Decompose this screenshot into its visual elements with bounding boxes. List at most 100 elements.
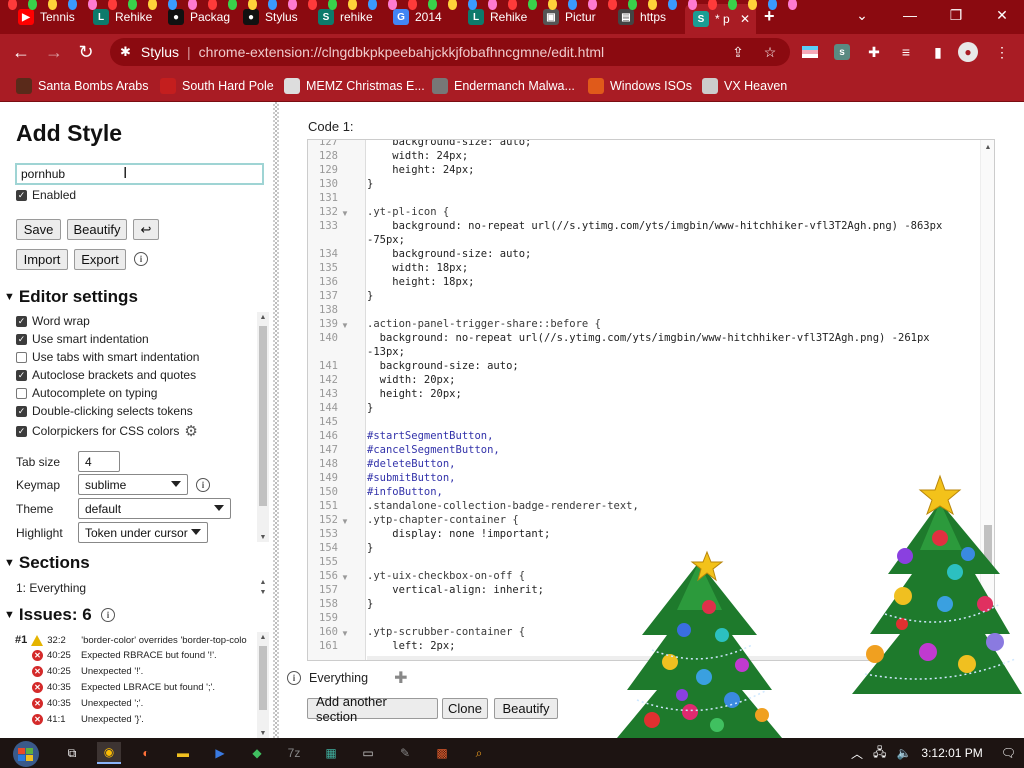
scroll-down-icon[interactable]: ▼: [257, 588, 269, 597]
close-tab-icon[interactable]: ✕: [740, 12, 750, 26]
enabled-checkbox[interactable]: ✓ Enabled: [16, 188, 76, 202]
firefox-icon[interactable]: ◐: [134, 742, 158, 764]
editor-setting-option[interactable]: ✓ Use smart indentation: [16, 332, 149, 346]
issue-item[interactable]: #1 32:2 'border-color' overrides 'border-t…: [15, 634, 247, 646]
keymap-select[interactable]: sublime: [78, 474, 188, 495]
chevron-up-icon[interactable]: ︿: [851, 745, 863, 762]
share-icon[interactable]: ⇪: [728, 42, 748, 62]
issue-item[interactable]: ✕ 40:25 Unexpected '!'.: [32, 666, 143, 677]
save-button[interactable]: Save: [16, 219, 61, 240]
reload-icon[interactable]: ↻: [74, 40, 98, 64]
add-icon[interactable]: ✚: [394, 668, 407, 688]
profile-avatar-icon[interactable]: ●: [958, 42, 978, 62]
add-another-section-button[interactable]: Add another section: [307, 694, 438, 724]
scroll-down-icon[interactable]: ▼: [257, 728, 269, 738]
system-tray: ︿ 🖧 🔈 3:12:01 PM 🗨: [851, 738, 1016, 768]
extension-flag-icon[interactable]: [800, 42, 820, 62]
section-info-icon[interactable]: i: [287, 671, 301, 685]
maximize-button[interactable]: ❐: [934, 0, 978, 30]
notepad-icon[interactable]: ▦: [319, 742, 343, 764]
close-window-button[interactable]: ✕: [980, 0, 1024, 30]
folder-icon[interactable]: ▬: [171, 742, 195, 764]
undo-button[interactable]: ↩: [133, 219, 159, 240]
github-icon: ●: [243, 9, 259, 25]
clone-button[interactable]: Clone: [442, 698, 488, 719]
theme-select[interactable]: default: [78, 498, 231, 519]
star-icon[interactable]: ☆: [760, 42, 780, 62]
notification-icon[interactable]: 🗨: [1001, 746, 1016, 760]
terminal-icon[interactable]: ▭: [356, 742, 380, 764]
powershell-icon[interactable]: ▶: [208, 742, 232, 764]
beautify-button[interactable]: Beautify: [67, 219, 127, 240]
issue-item[interactable]: ✕ 41:1 Unexpected '}'.: [32, 714, 144, 725]
export-button[interactable]: Export: [74, 249, 126, 270]
tab-size-input[interactable]: 4: [78, 451, 120, 472]
issues-heading[interactable]: ▼ Issues: 6: [4, 605, 92, 625]
keymap-info-icon[interactable]: i: [196, 478, 210, 492]
editor-setting-option[interactable]: ✓ Autoclose brackets and quotes: [16, 368, 196, 382]
bookmark-item[interactable]: Santa Bombs Arabs: [16, 76, 148, 96]
gear-icon[interactable]: ⚙: [184, 422, 197, 440]
scrollbar-thumb[interactable]: [259, 326, 267, 506]
stylus-extension-icon[interactable]: s: [832, 42, 852, 62]
media-icon[interactable]: ≡: [896, 42, 916, 62]
section-beautify-button[interactable]: Beautify: [494, 698, 558, 719]
info-icon[interactable]: i: [134, 252, 148, 266]
tab-search-button[interactable]: ⌄: [840, 0, 884, 30]
editor-setting-option[interactable]: ✓ Double-clicking selects tokens: [16, 404, 193, 418]
code-line: background: no-repeat url(//s.ytimg.com/…: [367, 220, 943, 232]
chrome-icon[interactable]: ◉: [97, 742, 121, 764]
bookmark-item[interactable]: Endermanch Malwa...: [432, 76, 575, 96]
bookmark-item[interactable]: MEMZ Christmas E...: [284, 76, 425, 96]
start-button[interactable]: [4, 740, 44, 768]
editor-setting-option[interactable]: Autocomplete on typing: [16, 386, 157, 400]
scroll-up-icon[interactable]: ▲: [981, 142, 994, 152]
scroll-down-icon[interactable]: ▼: [257, 532, 269, 542]
scroll-up-icon[interactable]: ▲: [257, 578, 269, 587]
side-panel-icon[interactable]: ▮: [928, 42, 948, 62]
fold-marker-icon[interactable]: ▼: [341, 209, 349, 218]
clock[interactable]: 3:12:01 PM: [921, 746, 982, 760]
editor-setting-option[interactable]: ✓ Word wrap: [16, 314, 90, 328]
issue-item[interactable]: ✕ 40:35 Expected LBRACE but found ';'.: [32, 682, 215, 693]
volume-icon[interactable]: 🔈: [896, 746, 911, 760]
code-line: #cancelSegmentButton,: [367, 444, 500, 456]
7zip-icon[interactable]: 7z: [282, 742, 306, 764]
fold-marker-icon[interactable]: ▼: [341, 517, 349, 526]
sections-scrollbar[interactable]: ▲ ▼: [257, 578, 269, 598]
issues-info-icon[interactable]: i: [101, 608, 115, 622]
forward-icon[interactable]: →: [42, 40, 66, 64]
sections-heading[interactable]: ▼ Sections: [4, 553, 90, 573]
editor-setting-option[interactable]: ✓ Colorpickers for CSS colors ⚙: [16, 422, 198, 440]
scroll-up-icon[interactable]: ▲: [257, 632, 269, 642]
fold-marker-icon[interactable]: ▼: [341, 629, 349, 638]
scroll-up-icon[interactable]: ▲: [257, 312, 269, 322]
extensions-icon[interactable]: ✚: [864, 42, 884, 62]
highlight-select[interactable]: Token under cursor: [78, 522, 208, 543]
bookmark-item[interactable]: Windows ISOs: [588, 76, 692, 96]
section-item[interactable]: 1: Everything: [16, 581, 86, 595]
scrollbar-thumb[interactable]: [259, 646, 267, 710]
network-icon[interactable]: 🖧: [873, 743, 886, 764]
task-view-icon[interactable]: ⧉: [60, 742, 84, 764]
issue-item[interactable]: ✕ 40:35 Unexpected ';'.: [32, 698, 143, 709]
address-bar[interactable]: ✱ Stylus | chrome-extension://clngdbkpkp…: [110, 38, 790, 66]
back-icon[interactable]: ←: [9, 40, 33, 64]
import-button[interactable]: Import: [16, 249, 68, 270]
issue-item[interactable]: ✕ 40:25 Expected RBRACE but found '!'.: [32, 650, 217, 661]
editor-settings-heading[interactable]: ▼ Editor settings: [4, 287, 138, 307]
bookmark-item[interactable]: South Hard Pole: [160, 76, 274, 96]
fold-marker-icon[interactable]: ▼: [341, 573, 349, 582]
app-icon[interactable]: ✎: [393, 742, 417, 764]
app-icon[interactable]: ▩: [430, 742, 454, 764]
style-name-input[interactable]: [15, 163, 264, 185]
issues-scrollbar[interactable]: ▲ ▼: [257, 632, 269, 738]
settings-scrollbar[interactable]: ▲ ▼: [257, 312, 269, 542]
app-icon[interactable]: ◆: [245, 742, 269, 764]
menu-icon[interactable]: ⋮: [992, 42, 1012, 62]
minimize-button[interactable]: —: [888, 0, 932, 30]
fold-marker-icon[interactable]: ▼: [341, 321, 349, 330]
bookmark-item[interactable]: VX Heaven: [702, 76, 787, 96]
editor-setting-option[interactable]: Use tabs with smart indentation: [16, 350, 199, 364]
search-app-icon[interactable]: ⌕: [467, 742, 491, 764]
